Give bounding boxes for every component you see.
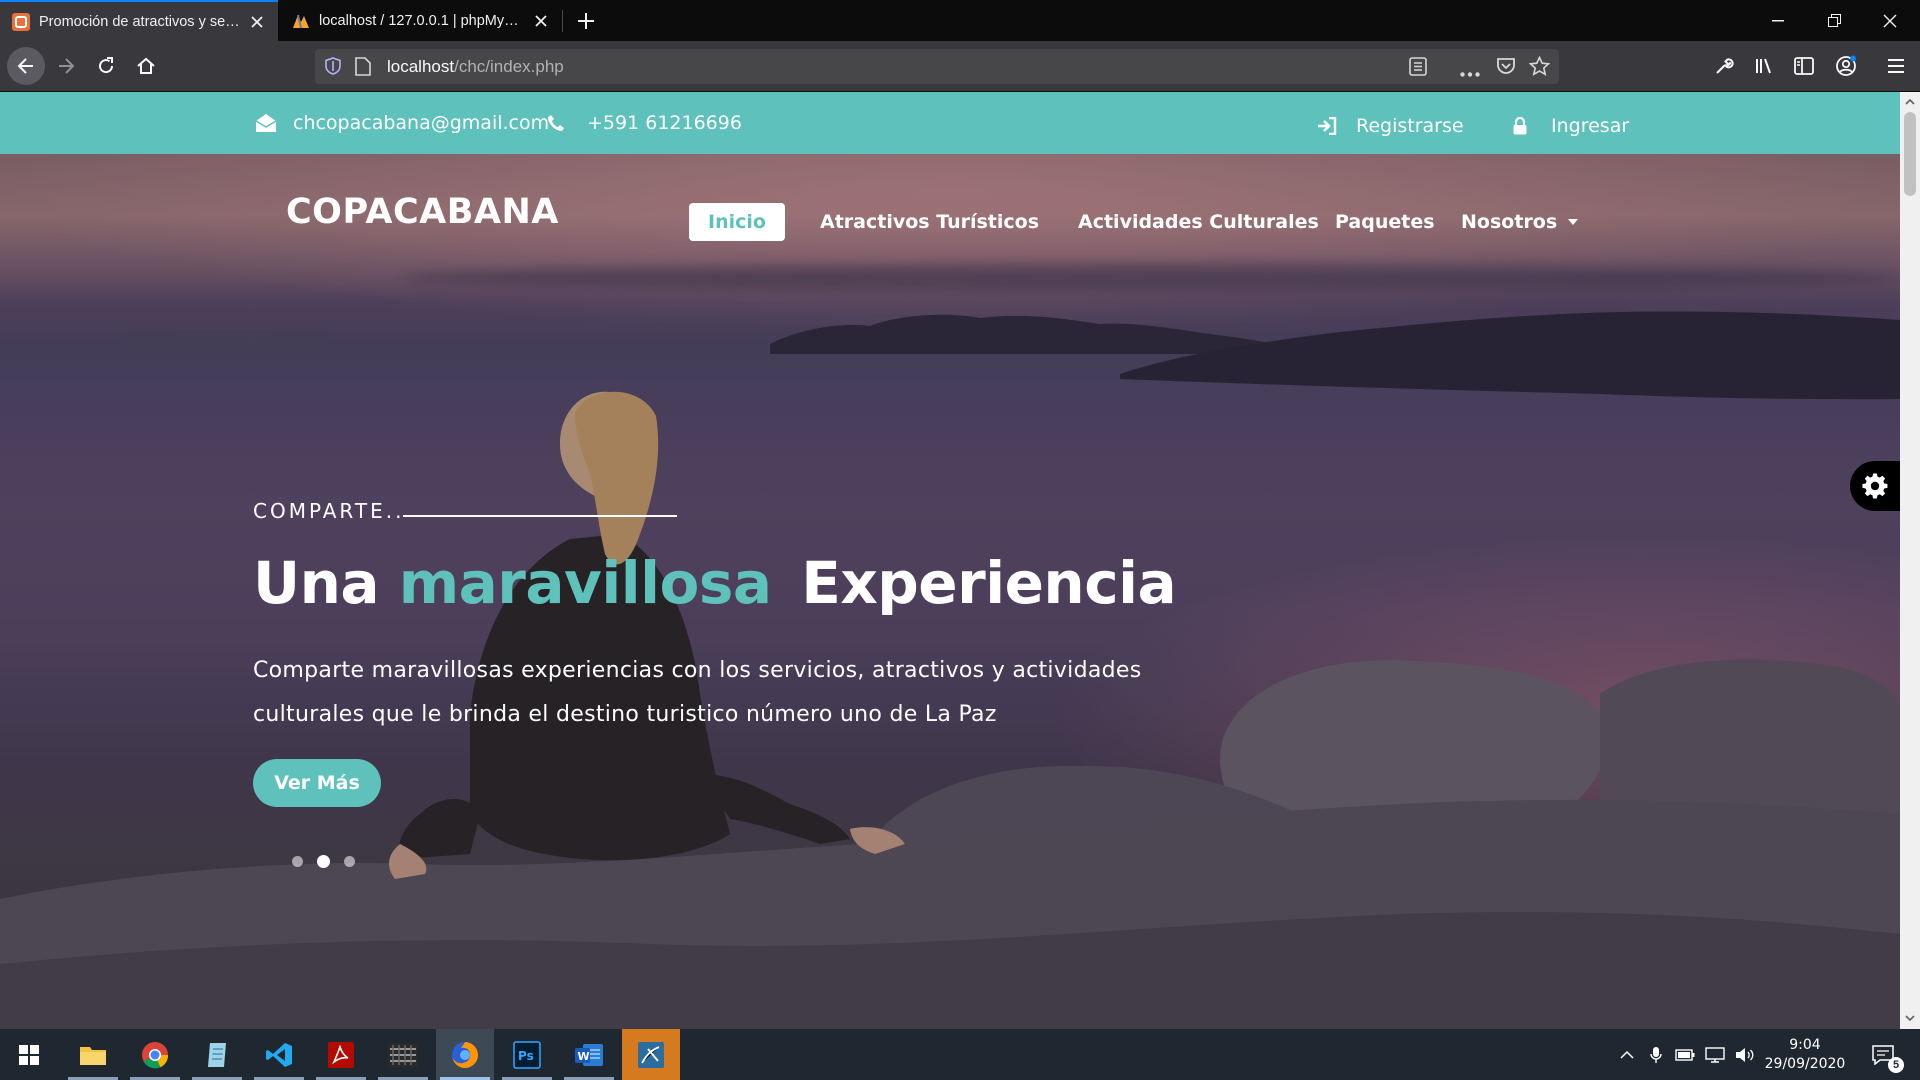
tab-promocion[interactable]: Promoción de atractivos y servicios [0,0,278,41]
menu-inicio[interactable]: Inicio [689,203,785,241]
settings-gear-icon[interactable] [1850,461,1900,511]
scrollbar-thumb[interactable] [1904,112,1916,196]
page-scrollbar[interactable] [1900,92,1920,1029]
home-icon[interactable] [129,49,163,83]
new-tab-icon[interactable] [570,5,602,37]
address-bar[interactable]: localhost/chc/index.php [315,49,1559,84]
url-text: localhost/chc/index.php [387,57,564,76]
tab-separator [562,10,563,32]
pocket-icon[interactable] [1496,57,1516,81]
developer-tools-wrench-icon[interactable] [1707,49,1741,83]
scroll-down-icon[interactable] [1904,1012,1916,1024]
battery-icon[interactable] [1672,1029,1698,1080]
back-icon[interactable] [7,47,45,85]
tab-phpmyadmin[interactable]: localhost / 127.0.0.1 | phpMyAdmin [280,0,562,41]
system-clock[interactable]: 9:04 29/09/2020 [1762,1036,1848,1074]
menu-actividades-culturales[interactable]: Actividades Culturales [1078,203,1319,241]
tab-title: localhost / 127.0.0.1 | phpMyAdmin [319,12,524,29]
tracking-protection-shield-icon[interactable] [325,57,341,80]
reload-icon[interactable] [89,49,123,83]
volume-icon[interactable] [1732,1029,1758,1080]
sign-in-arrow-icon [1317,117,1337,135]
forward-icon[interactable] [49,49,83,83]
account-icon[interactable] [1829,49,1863,83]
minimize-icon[interactable] [1750,0,1806,41]
phone-contact[interactable]: +591 61216696 [547,92,742,154]
page-viewport: chcopacabana@gmail.com +591 61216696 Reg… [0,92,1900,1029]
site-logo[interactable]: COPACABANA [286,192,559,232]
library-icon[interactable] [1747,49,1781,83]
slide-indicator-2[interactable] [317,855,330,868]
close-window-icon[interactable] [1862,0,1918,41]
hero-subtitle: Comparte maravillosas experiencias con l… [253,658,1142,727]
email-contact[interactable]: chcopacabana@gmail.com [255,92,549,154]
phone-text: +591 61216696 [587,112,742,134]
kicker-divider [403,515,677,517]
menu-nosotros-label: Nosotros [1461,211,1558,233]
restore-icon[interactable] [1806,0,1862,41]
hero-slider: COPACABANA Inicio Atractivos Turísticos … [0,154,1900,1029]
network-icon[interactable] [1702,1029,1728,1080]
register-label: Registrarse [1356,115,1464,137]
phone-icon [547,114,565,132]
login-label: Ingresar [1551,115,1630,137]
scroll-up-icon[interactable] [1904,96,1916,108]
windows-taskbar: Ps W 9:04 29/09/2020 5 [0,1029,1920,1080]
phpmyadmin-favicon-icon [292,12,310,30]
firefox-icon[interactable] [436,1029,494,1080]
notification-count-badge: 5 [1888,1057,1904,1073]
login-link[interactable]: Ingresar [1513,95,1629,157]
show-hidden-icons-icon[interactable] [1614,1029,1640,1080]
browser-toolbar: localhost/chc/index.php [0,41,1920,92]
windows-start-icon[interactable] [0,1029,58,1080]
clock-time: 9:04 [1789,1037,1821,1053]
envelope-icon [255,113,277,133]
microphone-icon[interactable] [1644,1029,1668,1080]
hamburger-menu-icon[interactable] [1879,49,1913,83]
word-icon[interactable]: W [560,1029,618,1080]
menu-nosotros[interactable]: Nosotros [1461,203,1579,241]
headline-start: Una [253,549,380,617]
notepad-icon[interactable] [188,1029,246,1080]
acrobat-icon[interactable] [312,1029,370,1080]
vscode-icon[interactable] [250,1029,308,1080]
slide-indicator-3[interactable] [344,856,355,867]
sidebar-toggle-icon[interactable] [1787,49,1821,83]
ver-mas-button[interactable]: Ver Más [253,759,381,807]
slide-indicator-1[interactable] [292,856,303,867]
bookmark-star-icon[interactable] [1528,55,1551,81]
site-favicon-icon [12,12,30,31]
headline-end: Experiencia [801,549,1177,617]
page-actions-icon[interactable] [1460,64,1480,82]
browser-tab-strip: Promoción de atractivos y servicios loca… [0,0,1920,41]
reader-view-icon[interactable] [1409,57,1427,81]
menu-paquetes[interactable]: Paquetes [1335,203,1435,241]
clock-date: 29/09/2020 [1764,1056,1846,1072]
svg-text:Ps: Ps [518,1049,534,1063]
caret-down-icon [1568,219,1579,225]
chrome-icon[interactable] [126,1029,184,1080]
close-tab-icon[interactable] [530,10,552,32]
slider-indicators [292,855,369,868]
tab-title: Promoción de atractivos y servicios [39,13,240,30]
file-explorer-icon[interactable] [64,1029,122,1080]
game-app-icon[interactable] [374,1029,432,1080]
headline-accent: maravillosa [398,549,772,617]
close-tab-icon[interactable] [246,11,268,33]
mysql-workbench-icon[interactable] [622,1029,680,1080]
register-link[interactable]: Registrarse [1317,95,1464,157]
email-text: chcopacabana@gmail.com [293,112,550,134]
page-info-icon[interactable] [355,57,371,81]
hero-kicker: COMPARTE.. [253,499,405,523]
svg-text:W: W [578,1050,590,1063]
contact-topbar: chcopacabana@gmail.com +591 61216696 Reg… [0,92,1900,154]
hero-headline: Una maravillosa Experiencia [253,549,1177,617]
menu-atractivos-turisticos[interactable]: Atractivos Turísticos [820,203,1039,241]
photoshop-icon[interactable]: Ps [498,1029,556,1080]
lock-icon [1513,117,1527,135]
